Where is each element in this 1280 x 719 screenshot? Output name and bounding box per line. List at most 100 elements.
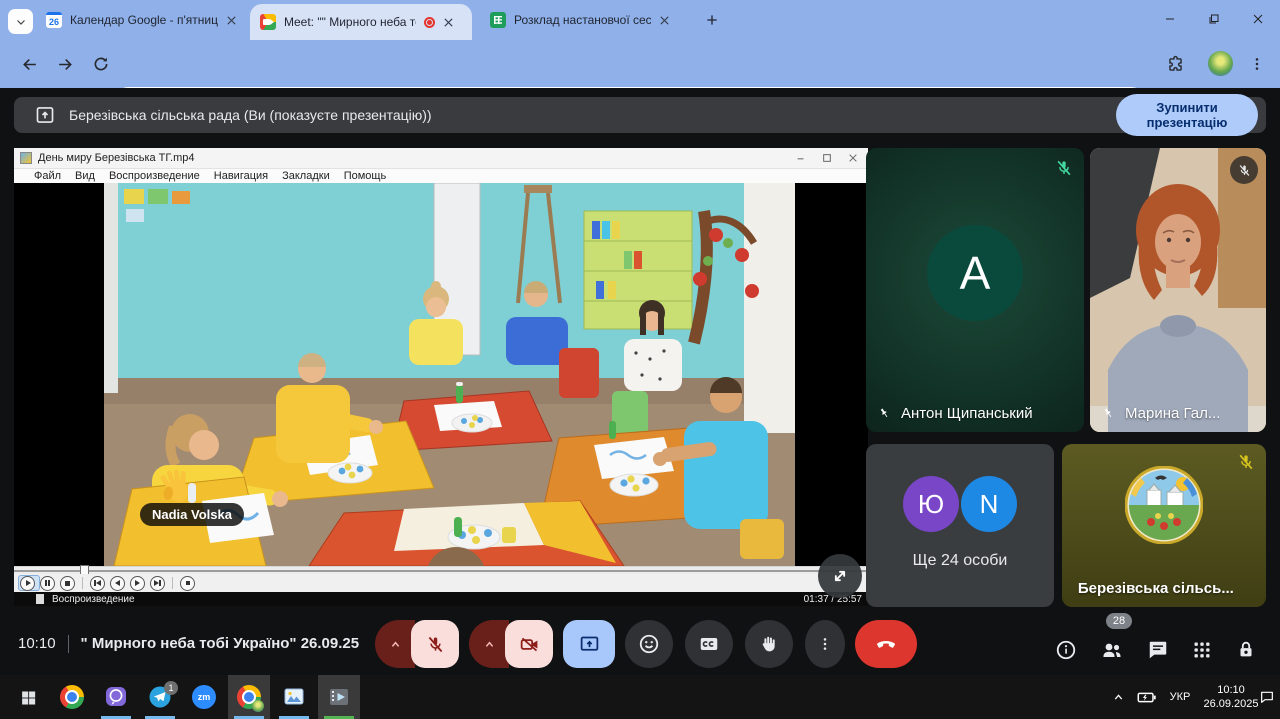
close-tab-icon[interactable] (443, 17, 454, 28)
tab-search-button[interactable] (8, 9, 33, 34)
new-tab-button[interactable] (700, 8, 724, 32)
window-minimize-button[interactable] (1148, 0, 1192, 38)
pause-button[interactable] (40, 576, 55, 591)
tab-sheets[interactable]: Розклад настановчої сесії для (480, 0, 680, 40)
action-center-button[interactable] (1254, 675, 1280, 719)
divider (68, 635, 69, 653)
taskbar-zoom[interactable]: zm (184, 675, 224, 719)
stop-button[interactable] (60, 576, 75, 591)
menu-playback[interactable]: Воспроизведение (109, 170, 200, 182)
chrome-icon (60, 685, 84, 709)
player-maximize-icon[interactable] (822, 153, 832, 163)
browser-menu-button[interactable] (1240, 47, 1274, 81)
pin-icon (878, 405, 895, 422)
puzzle-icon (1166, 55, 1185, 74)
reload-button[interactable] (84, 47, 118, 81)
skip-back-button[interactable] (90, 576, 105, 591)
mic-options-button[interactable] (375, 620, 415, 668)
taskbar-telegram[interactable]: 1 (140, 675, 180, 719)
tray-expand-button[interactable] (1104, 675, 1132, 719)
window-restore-button[interactable] (1192, 0, 1236, 38)
status-text: Воспроизведение (52, 594, 135, 605)
stop-presenting-button[interactable]: Зупинити презентацію (1116, 94, 1258, 136)
forward-button[interactable] (48, 47, 82, 81)
chevron-up-icon (482, 637, 497, 652)
controls-divider (82, 577, 83, 589)
reactions-button[interactable] (625, 620, 673, 668)
language-indicator[interactable]: УКР (1162, 675, 1198, 719)
participant-tile-maryna[interactable]: Марина Гал... (1090, 148, 1266, 432)
phone-down-icon (874, 632, 898, 656)
pin-icon (1102, 405, 1119, 422)
clapping-hands-reaction-icon (156, 465, 198, 507)
recording-indicator-icon (424, 17, 435, 28)
participant-name: Антон Щипанський (901, 405, 1033, 422)
mute-button[interactable] (180, 576, 195, 591)
menu-favorites[interactable]: Закладки (282, 170, 330, 182)
leave-call-button[interactable] (855, 620, 917, 668)
participant-name: Березівська сільсь... (1062, 580, 1250, 597)
profile-avatar[interactable] (1208, 51, 1233, 76)
menu-view[interactable]: Вид (75, 170, 95, 182)
back-button[interactable] (12, 47, 46, 81)
start-button[interactable] (6, 675, 50, 719)
menu-navigate[interactable]: Навигация (214, 170, 268, 182)
meet-toolbar: 10:10 " Мирного неба тобі Україно" 26.09… (0, 612, 1280, 675)
player-close-icon[interactable] (848, 153, 858, 163)
seek-track (14, 570, 868, 572)
status-doc-icon (36, 594, 44, 604)
activities-button[interactable] (1182, 630, 1222, 670)
taskbar-viber[interactable] (96, 675, 136, 719)
show-everyone-button[interactable] (1092, 630, 1132, 670)
battery-indicator[interactable] (1132, 675, 1162, 719)
camera-options-button[interactable] (469, 620, 509, 668)
participant-tile-anton[interactable]: А Антон Щипанський (866, 148, 1084, 432)
close-tab-icon[interactable] (226, 15, 237, 26)
captions-button[interactable] (685, 620, 733, 668)
participant-name: Марина Гал... (1125, 405, 1220, 422)
taskbar-chrome[interactable] (52, 675, 92, 719)
player-minimize-icon[interactable] (796, 153, 806, 163)
host-controls-button[interactable] (1226, 630, 1266, 670)
meeting-title: " Мирного неба тобі Україно" 26.09.25 (81, 635, 360, 652)
participant-video (1090, 148, 1266, 432)
more-options-button[interactable] (805, 620, 845, 668)
chevron-down-icon (15, 16, 27, 28)
windows-logo-icon (20, 689, 37, 706)
menu-file[interactable]: Файл (34, 170, 61, 182)
raise-hand-icon (758, 633, 780, 655)
camera-off-icon (519, 634, 540, 655)
people-icon (1100, 638, 1124, 662)
more-participants-label: Ще 24 особи (866, 552, 1054, 570)
tray-clock[interactable]: 10:10 26.09.2025 (1200, 675, 1262, 719)
avatar: А (927, 225, 1023, 321)
close-tab-icon[interactable] (659, 15, 670, 26)
chat-button[interactable] (1138, 630, 1178, 670)
captions-icon (698, 633, 720, 655)
mic-toggle-button[interactable] (411, 620, 459, 668)
tab-calendar[interactable]: 26 Календар Google - п'ятниця, 2 (36, 0, 248, 40)
camera-toggle-button[interactable] (505, 620, 553, 668)
present-now-button[interactable] (563, 620, 615, 668)
expand-shared-screen-button[interactable] (818, 554, 862, 598)
meeting-clock: 10:10 (18, 635, 56, 652)
player-app-icon (20, 152, 32, 164)
more-participants-tile[interactable]: Ю N Ще 24 особи (866, 444, 1054, 607)
restore-icon (1208, 13, 1220, 25)
raise-hand-button[interactable] (745, 620, 793, 668)
play-button[interactable] (20, 576, 35, 591)
skip-forward-button[interactable] (150, 576, 165, 591)
step-back-button[interactable] (110, 576, 125, 591)
participant-tile-berezivska[interactable]: Березівська сільсь... (1062, 444, 1266, 607)
step-forward-button[interactable] (130, 576, 145, 591)
seek-bar[interactable] (14, 566, 868, 574)
taskbar-photos[interactable] (274, 675, 314, 719)
menu-help[interactable]: Помощь (344, 170, 387, 182)
taskbar-media-player[interactable] (318, 675, 360, 719)
taskbar-chrome-active[interactable] (228, 675, 270, 719)
tray-date: 26.09.2025 (1203, 697, 1258, 711)
window-close-button[interactable] (1236, 0, 1280, 38)
tab-meet-active[interactable]: Meet: "" Мирного неба тоб (250, 4, 472, 40)
extensions-button[interactable] (1158, 47, 1192, 81)
meeting-details-button[interactable] (1046, 630, 1086, 670)
